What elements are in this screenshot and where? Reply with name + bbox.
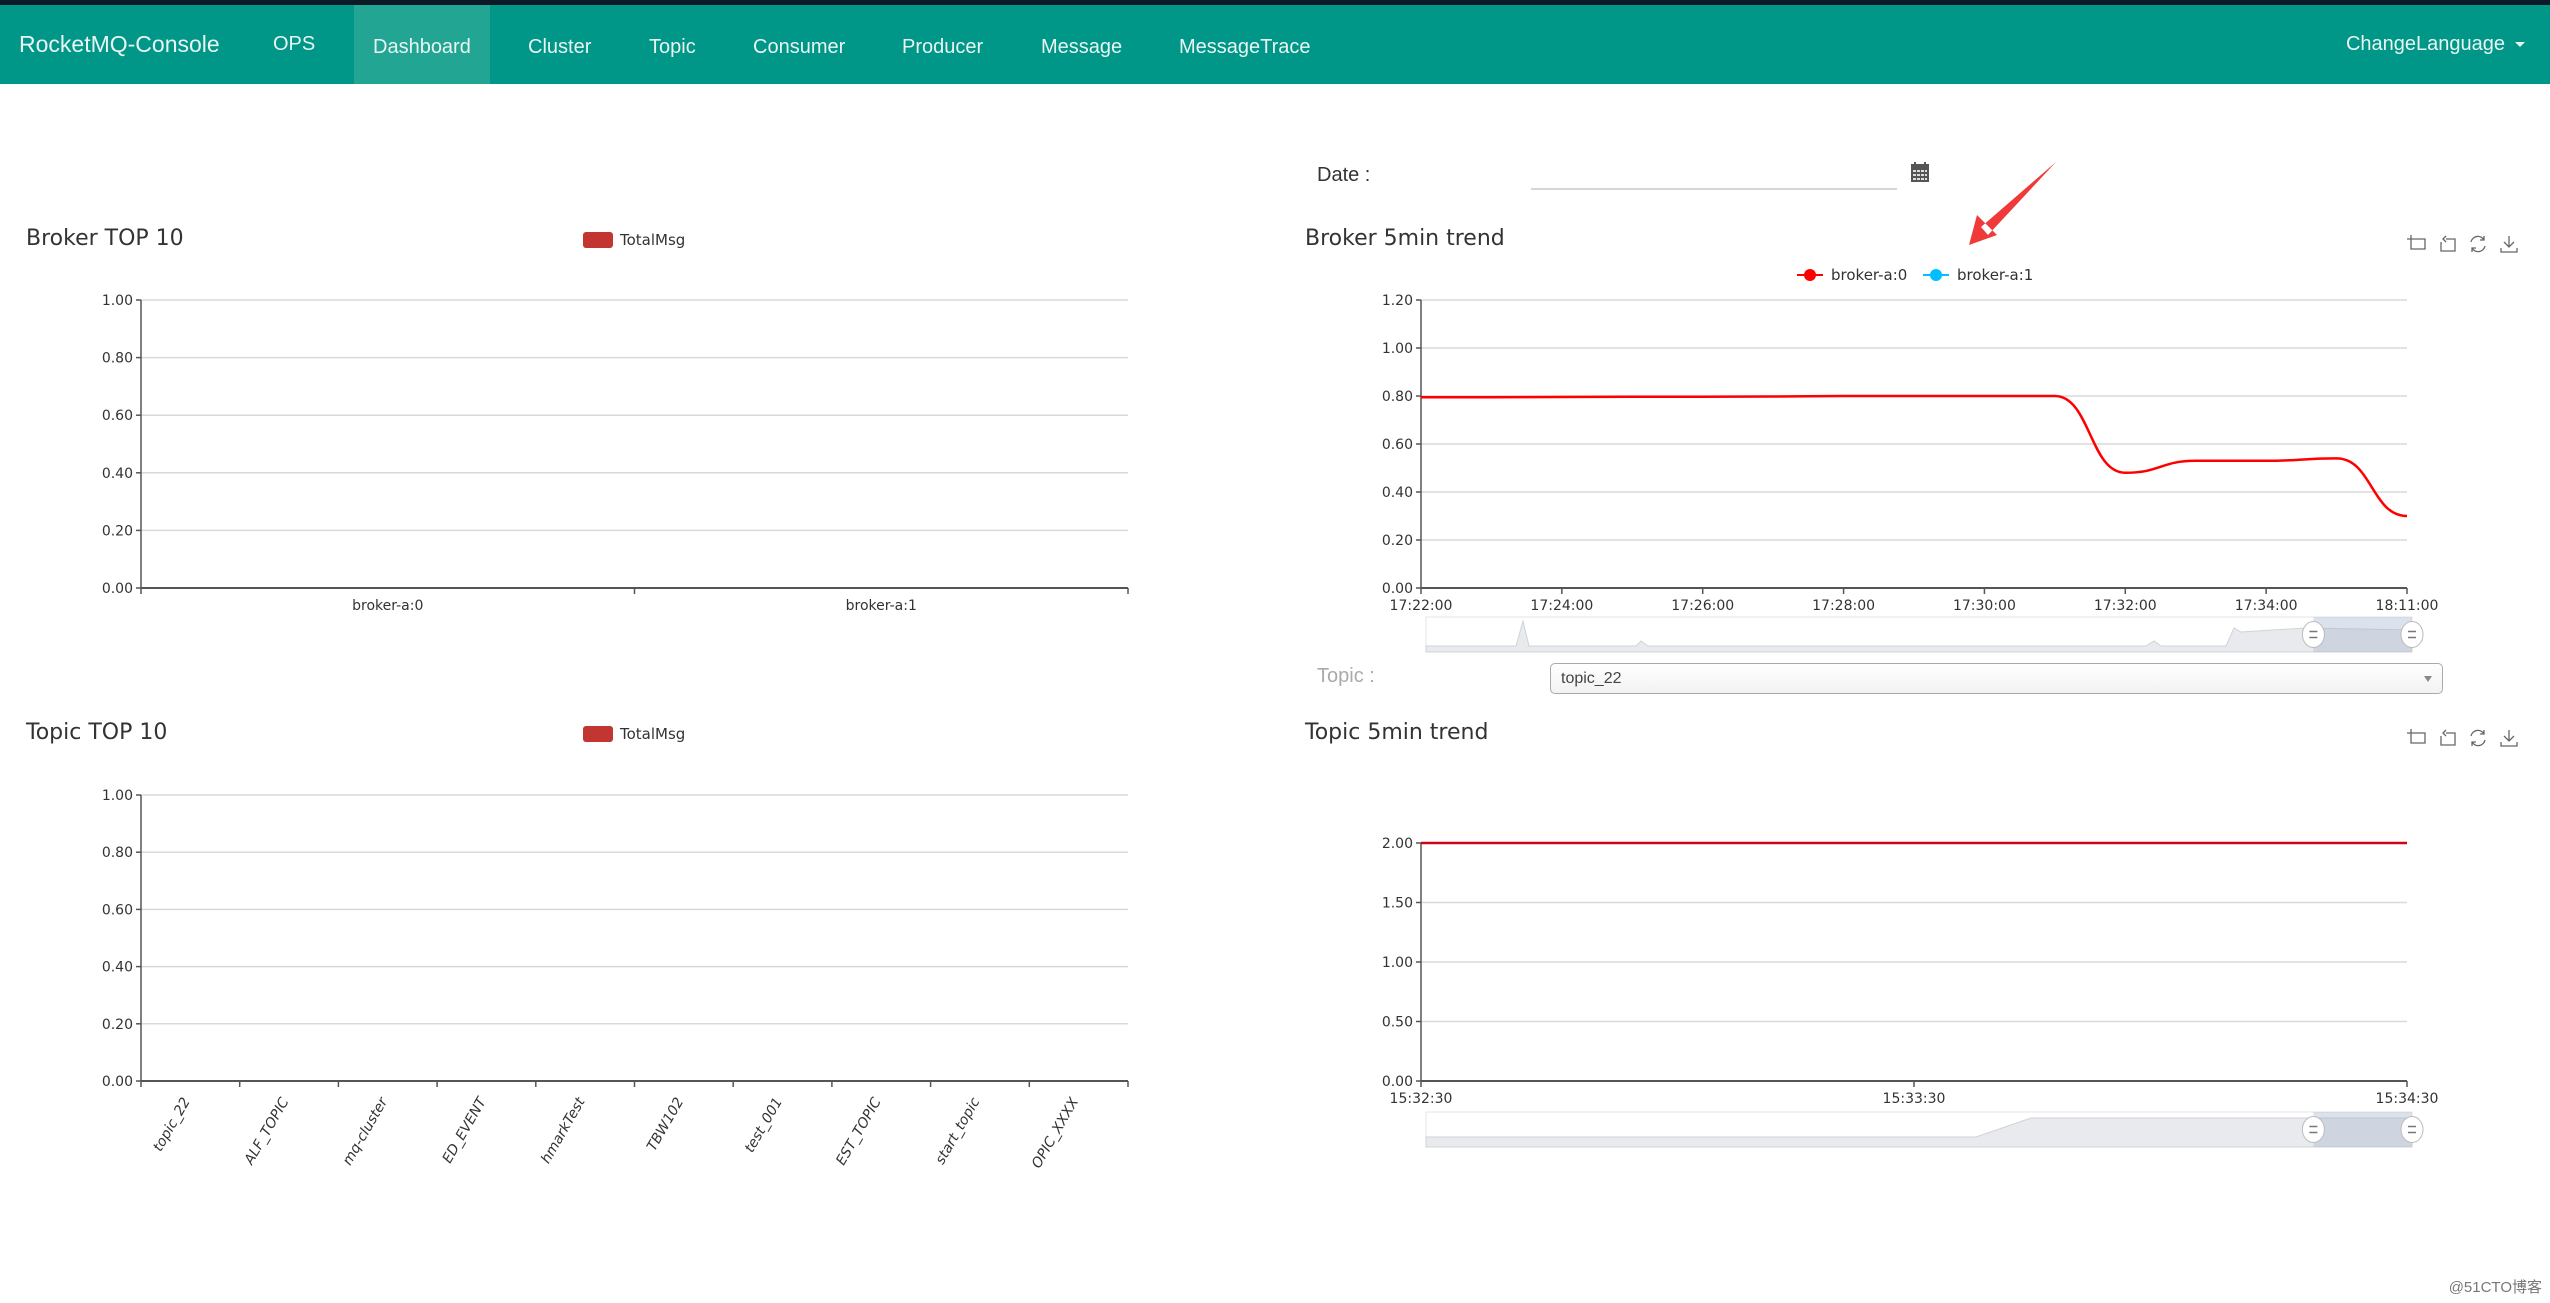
x-tick-label: broker-a:1 [846, 598, 917, 614]
x-tick-label: 17:22:00 [1390, 598, 1453, 614]
y-tick-label: 0.40 [102, 960, 133, 976]
y-tick-label: 1.00 [102, 788, 133, 804]
slider-handle-knob [2301, 1116, 2325, 1143]
y-tick-label: 0.80 [1382, 389, 1413, 405]
x-tick-label: 17:24:00 [1530, 598, 1593, 614]
x-tick-label: 15:33:30 [1883, 1091, 1946, 1107]
y-tick-label: 0.50 [1382, 1015, 1413, 1031]
y-tick-label: 0.20 [1382, 533, 1413, 549]
x-tick-label: 17:34:00 [2235, 598, 2298, 614]
y-tick-label: 0.00 [102, 1074, 133, 1090]
broker-top10-chart: 0.00 0.20 0.40 0.60 0.80 1.00 broker-a:0 broker… [102, 231, 1129, 614]
legend-swatch [583, 726, 613, 742]
y-tick-label: 0.80 [102, 845, 133, 861]
slider-handle-knob [2301, 621, 2325, 648]
datazoom-slider[interactable] [1425, 1111, 2424, 1148]
y-tick-label: 1.20 [1382, 293, 1413, 309]
y-tick-label: 0.40 [1382, 485, 1413, 501]
slider-handle[interactable] [2301, 621, 2325, 648]
x-tick-label: 17:32:00 [2094, 598, 2157, 614]
y-tick-label: 1.50 [1382, 896, 1413, 912]
legend-marker [1930, 269, 1942, 281]
x-tick-label: broker-a:0 [352, 598, 423, 614]
x-tick-label: ALF_TOPIC [241, 1095, 293, 1168]
charts-layer: 0.000.200.400.600.801.00broker-a:0 broker… [102, 231, 2439, 1172]
x-tick-label: 17:30:00 [1953, 598, 2016, 614]
legend-label: TotalMsg [619, 725, 685, 743]
y-tick-label: 1.00 [1382, 955, 1413, 971]
x-tick-label: TBW102 [644, 1095, 687, 1154]
broker-trend-chart: 0.00 0.20 0.40 0.60 0.80 1.00 1.20 17:22:00 17:2… [1382, 266, 2439, 653]
slider-handle[interactable] [2400, 621, 2424, 648]
y-tick-label: 1.00 [102, 293, 133, 309]
legend-label: broker-a:1 [1957, 266, 2033, 284]
legend-label: broker-a:0 [1831, 266, 1907, 284]
y-tick-label: 0.20 [102, 1017, 133, 1033]
x-tick-label: hmarkTest [538, 1095, 589, 1167]
slider-handle-knob [2400, 621, 2424, 648]
slider-handle[interactable] [2400, 1116, 2424, 1143]
x-tick-label: 15:34:30 [2376, 1091, 2439, 1107]
series-line [1421, 394, 2408, 518]
x-tick-label: 17:26:00 [1671, 598, 1734, 614]
x-tick-label: topic_22 [150, 1095, 194, 1154]
x-tick-label: 15:32:30 [1390, 1091, 1453, 1107]
y-tick-label: 1.00 [1382, 341, 1413, 357]
slider-handle[interactable] [2301, 1116, 2325, 1143]
slider-handle-knob [2400, 1116, 2424, 1143]
x-tick-label: mq-cluster [340, 1094, 392, 1168]
y-tick-label: 0.00 [1382, 1074, 1413, 1090]
y-tick-label: 0.60 [102, 408, 133, 424]
slider-selection [2313, 617, 2412, 652]
watermark: @51CTO博客 [2448, 1279, 2542, 1296]
legend: TotalMsg [583, 231, 685, 249]
y-tick-label: 0.20 [102, 523, 133, 539]
x-tick-label: 17:28:00 [1812, 598, 1875, 614]
x-tick-label: OPIC_XXXX [1029, 1095, 1082, 1172]
legend-swatch [583, 232, 613, 248]
x-tick-label: ED_EVENT [440, 1094, 491, 1166]
y-tick-label: 0.00 [102, 581, 133, 597]
y-tick-label: 0.60 [1382, 437, 1413, 453]
y-tick-label: 0.00 [1382, 581, 1413, 597]
x-tick-label: start_topic [932, 1095, 983, 1167]
topic-top10-chart: 0.00 0.20 0.40 0.60 0.80 1.00 topic_22 ALF_TOPI… [102, 725, 1129, 1172]
y-tick-label: 0.40 [102, 466, 133, 482]
x-tick-label: test_001 [742, 1095, 786, 1155]
legend: broker-a:0 broker-a:1 [1797, 266, 2033, 284]
y-tick-label: 0.60 [102, 902, 133, 918]
y-tick-label: 0.80 [102, 351, 133, 367]
x-tick-label: EST_TOPIC [833, 1095, 885, 1168]
legend-marker [1804, 269, 1816, 281]
y-tick-label: 2.00 [1382, 836, 1413, 852]
topic-trend-chart: 0.00 0.50 1.00 1.50 2.00 15:32:30 15:33:30 15:3… [1382, 836, 2439, 1148]
datazoom-slider[interactable] [1425, 616, 2424, 653]
slider-selection [2313, 1112, 2412, 1147]
x-tick-label: 18:11:00 [2376, 598, 2439, 614]
legend: TotalMsg [583, 725, 685, 743]
legend-label: TotalMsg [619, 231, 685, 249]
